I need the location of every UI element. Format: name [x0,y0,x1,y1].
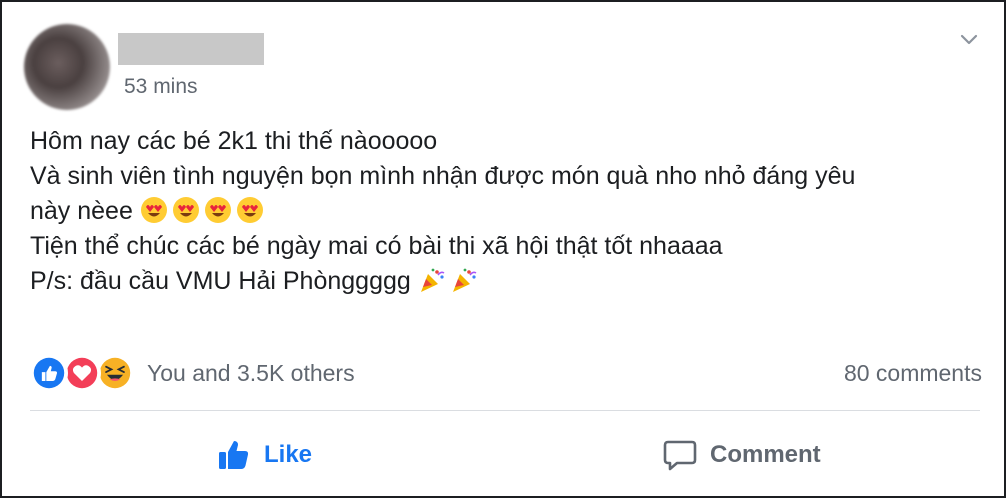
comments-count-link[interactable]: 80 comments [844,360,982,387]
comment-button[interactable]: Comment [662,430,821,480]
post-line-4: Tiện thể chúc các bé ngày mai có bài thi… [30,232,723,260]
haha-reaction-icon [96,354,134,392]
post-line-1: Hôm nay các bé 2k1 thi thế nàooooo [30,127,438,155]
heart-eyes-emoji [140,197,167,223]
party-popper-emoji [420,268,445,292]
post-line-5-text: P/s: đầu cầu VMU Hải Phònggggg [30,267,411,295]
heart-eyes-emoji [236,197,263,223]
post-card: 53 mins Hôm nay các bé 2k1 thi thế nàooo… [0,0,1006,498]
like-reaction-icon [30,354,68,392]
chevron-down-icon[interactable] [954,24,984,54]
post-text: Hôm nay các bé 2k1 thi thế nàooooo Và si… [30,124,855,299]
love-reaction-icon [63,354,101,392]
post-line-5: P/s: đầu cầu VMU Hải Phònggggg [30,264,855,299]
party-popper-emoji [452,268,477,292]
post-line-3-text: này nèee [30,197,133,225]
heart-eyes-emoji [204,197,231,223]
thumbs-up-icon [219,441,249,469]
like-button[interactable]: Like [216,430,312,480]
post-line-2: Và sinh viên tình nguyện bọn mình nhận đ… [30,162,856,190]
reactions-count-text[interactable]: You and 3.5K others [147,360,355,387]
comment-bubble-icon [663,440,697,471]
like-button-label: Like [264,441,313,468]
divider [30,410,980,411]
author-name-redacted[interactable] [118,33,264,65]
post-stats: You and 3.5K others 80 comments [30,354,982,394]
heart-eyes-emoji [172,197,199,223]
comment-button-label: Comment [710,441,821,468]
post-line-3: này nèee [30,194,855,229]
avatar[interactable] [24,24,110,110]
post-timestamp[interactable]: 53 mins [124,75,198,99]
